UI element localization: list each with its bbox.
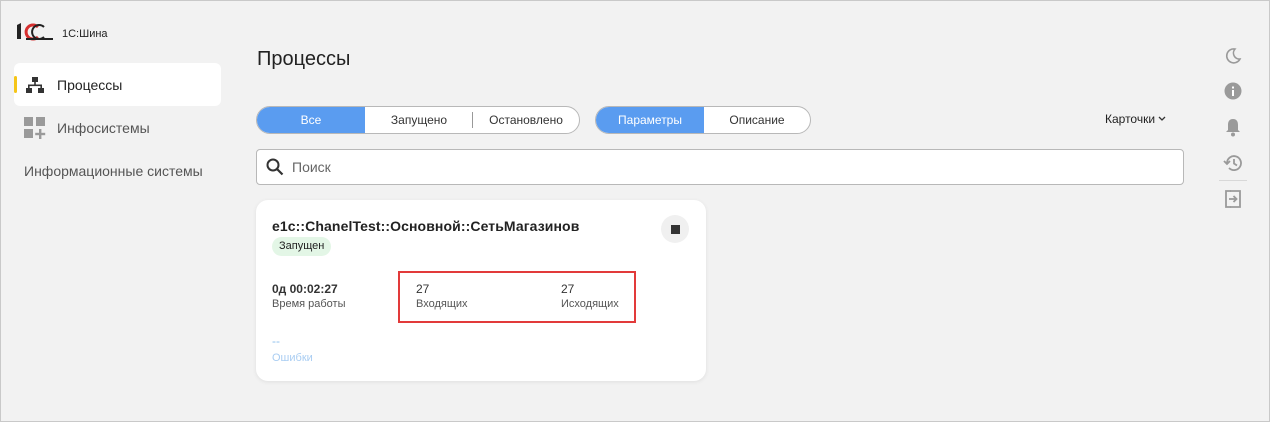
sidebar-sub-item[interactable]: Информационные системы: [24, 163, 204, 179]
uptime-value: 0д 00:02:27: [272, 282, 338, 296]
view-mode-select[interactable]: Карточки: [1105, 112, 1166, 126]
filter-running-button[interactable]: Запущено: [365, 107, 473, 133]
moon-icon[interactable]: [1222, 45, 1244, 67]
uptime-label: Время работы: [272, 298, 346, 310]
incoming-label: Входящих: [416, 298, 468, 310]
filter-stopped-button[interactable]: Остановлено: [473, 107, 579, 133]
errors-label[interactable]: Ошибки: [272, 352, 313, 364]
page-title: Процессы: [257, 48, 351, 70]
logo: 1С:Шина: [16, 22, 108, 42]
search-icon: [266, 158, 284, 181]
incoming-value: 27: [416, 282, 430, 296]
tab-parameters[interactable]: Параметры: [596, 107, 704, 133]
chevron-down-icon: [1158, 114, 1166, 124]
search-input[interactable]: [292, 150, 1172, 184]
grid-plus-icon: [24, 116, 46, 139]
bell-icon[interactable]: [1222, 116, 1244, 138]
filter-all-button[interactable]: Все: [257, 107, 365, 133]
sidebar-item-label: Процессы: [57, 76, 123, 93]
tab-description[interactable]: Описание: [704, 107, 810, 133]
stop-icon: [670, 224, 680, 234]
view-mode-label: Карточки: [1105, 112, 1156, 126]
onec-logo-icon: [17, 23, 53, 41]
process-card[interactable]: e1c::ChanelTest::Основной::СетьМагазинов…: [256, 200, 706, 381]
highlight-box: [398, 271, 636, 323]
outgoing-value: 27: [561, 282, 575, 296]
info-icon[interactable]: [1222, 80, 1244, 102]
history-icon[interactable]: [1222, 152, 1244, 174]
errors-value: --: [272, 334, 280, 348]
status-filter: Все Запущено Остановлено: [256, 106, 580, 134]
stop-button[interactable]: [661, 215, 689, 243]
view-tabs: Параметры Описание: [595, 106, 811, 134]
process-name: e1c::ChanelTest::Основной::СетьМагазинов: [272, 218, 580, 234]
search-box: [256, 149, 1184, 185]
sidebar-item-processes[interactable]: Процессы: [14, 63, 221, 106]
sidebar-item-infosystems[interactable]: Инфосистемы: [14, 106, 221, 149]
sidebar-item-label: Инфосистемы: [57, 119, 150, 136]
logout-icon[interactable]: [1222, 188, 1244, 210]
outgoing-label: Исходящих: [561, 298, 619, 310]
rail-divider: [1219, 180, 1247, 181]
hierarchy-icon: [24, 74, 46, 96]
logo-text: 1С:Шина: [62, 28, 108, 40]
status-badge: Запущен: [272, 237, 332, 256]
